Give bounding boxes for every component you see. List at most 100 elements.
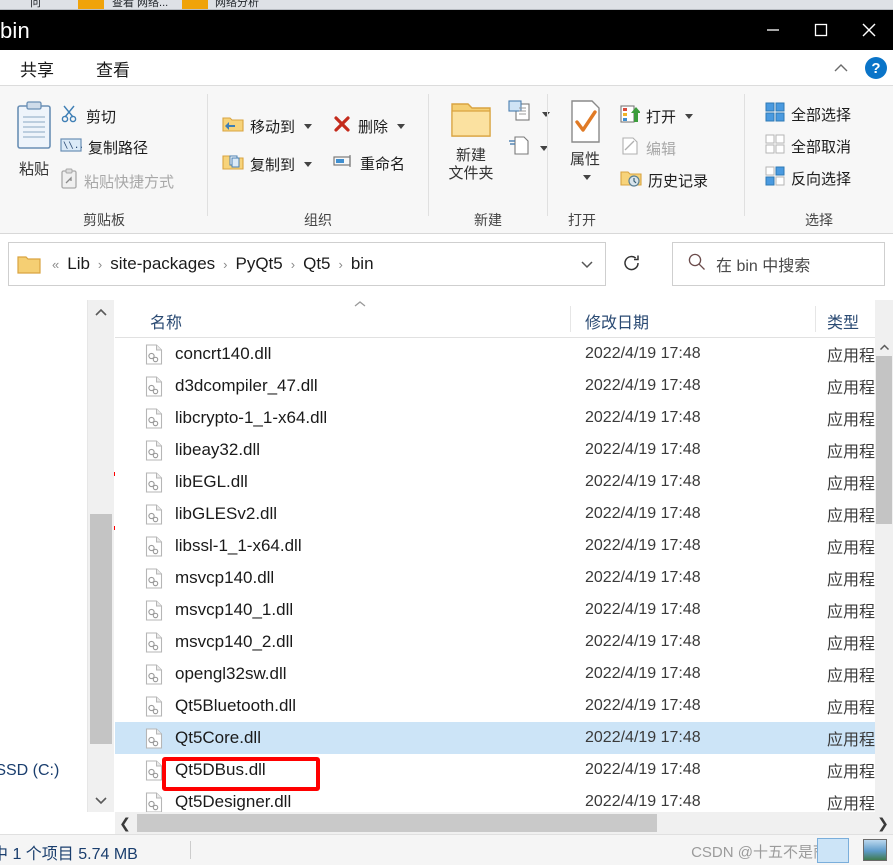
file-name[interactable]: Qt5DBus.dll <box>175 760 266 780</box>
new-item-button[interactable] <box>507 100 550 128</box>
address-bar[interactable]: « Lib › site-packages › PyQt5 › Qt5 › bi… <box>8 242 606 286</box>
horizontal-scrollbar-thumb[interactable] <box>137 814 657 832</box>
navigation-pane[interactable]: -SSD (C:) <box>0 300 88 812</box>
browser-tab-0[interactable]: 问 <box>30 0 41 9</box>
chevron-down-icon[interactable] <box>579 257 595 276</box>
maximize-icon[interactable] <box>797 10 845 50</box>
rename-button[interactable]: 重命名 <box>332 152 405 174</box>
chevron-up-icon[interactable] <box>88 300 114 324</box>
breadcrumb-item-lib[interactable]: Lib <box>62 252 95 276</box>
dll-file-icon <box>145 760 163 786</box>
file-name[interactable]: libGLESv2.dll <box>175 504 277 524</box>
browser-tab-2[interactable]: 网络分析 <box>215 0 259 9</box>
paste-button[interactable]: 粘贴 <box>6 100 62 179</box>
breadcrumb-item-pyqt5[interactable]: PyQt5 <box>231 252 288 276</box>
chevron-up-icon[interactable] <box>833 60 849 78</box>
copy-path-button[interactable]: \\.. 复制路径 <box>60 136 148 158</box>
column-divider[interactable] <box>815 306 816 332</box>
chevron-down-icon[interactable] <box>88 788 114 812</box>
file-name[interactable]: libcrypto-1_1-x64.dll <box>175 408 327 428</box>
easy-access-button[interactable] <box>507 134 548 162</box>
file-name[interactable]: Qt5Core.dll <box>175 728 261 748</box>
properties-button[interactable]: 属性 <box>554 98 616 185</box>
chevron-right-icon[interactable]: ❯ <box>873 812 893 834</box>
cut-button[interactable]: 剪切 <box>60 104 116 128</box>
file-list-scrollbar-thumb[interactable] <box>876 356 892 524</box>
browser-tab-strip[interactable]: 问 查看 网络... 网络分析 <box>0 0 893 10</box>
chevron-left-icon[interactable]: ❮ <box>115 812 135 834</box>
table-row[interactable]: libEGL.dll 2022/4/19 17:48 应用程 <box>115 466 893 498</box>
table-row[interactable]: libGLESv2.dll 2022/4/19 17:48 应用程 <box>115 498 893 530</box>
table-row[interactable]: msvcp140_1.dll 2022/4/19 17:48 应用程 <box>115 594 893 626</box>
nav-scrollbar[interactable] <box>88 300 114 812</box>
file-name[interactable]: concrt140.dll <box>175 344 271 364</box>
refresh-icon[interactable] <box>612 242 652 286</box>
column-header-type[interactable]: 类型 <box>827 309 859 333</box>
file-name[interactable]: Qt5Designer.dll <box>175 792 291 812</box>
help-button[interactable]: ? <box>865 57 887 79</box>
table-row[interactable]: Qt5Core.dll 2022/4/19 17:48 应用程 <box>115 722 893 754</box>
table-row[interactable]: concrt140.dll 2022/4/19 17:48 应用程 <box>115 338 893 370</box>
chevron-down-icon[interactable] <box>397 123 406 129</box>
delete-button[interactable]: 删除 <box>332 114 406 138</box>
table-row[interactable]: Qt5Designer.dll 2022/4/19 17:48 应用程 <box>115 786 893 812</box>
chevron-up-icon[interactable] <box>875 338 893 356</box>
file-date: 2022/4/19 17:48 <box>585 441 701 458</box>
new-folder-button[interactable]: 新建 文件夹 <box>435 98 507 183</box>
open-button[interactable]: 打开 <box>620 104 694 128</box>
file-date: 2022/4/19 17:48 <box>585 505 701 522</box>
nav-scrollbar-thumb[interactable] <box>90 514 112 744</box>
horizontal-scrollbar[interactable]: ❮ ❯ <box>115 812 893 834</box>
copy-to-button[interactable]: 复制到 <box>222 152 313 176</box>
file-name[interactable]: libEGL.dll <box>175 472 248 492</box>
table-row[interactable]: Qt5Bluetooth.dll 2022/4/19 17:48 应用程 <box>115 690 893 722</box>
chevron-down-icon[interactable] <box>685 113 694 119</box>
close-icon[interactable] <box>845 10 893 50</box>
file-name[interactable]: d3dcompiler_47.dll <box>175 376 318 396</box>
table-row[interactable]: libcrypto-1_1-x64.dll 2022/4/19 17:48 应用程 <box>115 402 893 434</box>
file-name[interactable]: libssl-1_1-x64.dll <box>175 536 302 556</box>
breadcrumb-item-site-packages[interactable]: site-packages <box>105 252 220 276</box>
browser-tab-1[interactable]: 查看 网络... <box>112 0 168 9</box>
breadcrumb-item-qt5[interactable]: Qt5 <box>298 252 335 276</box>
table-row[interactable]: libssl-1_1-x64.dll 2022/4/19 17:48 应用程 <box>115 530 893 562</box>
table-row[interactable]: Qt5DBus.dll 2022/4/19 17:48 应用程 <box>115 754 893 786</box>
column-header-name[interactable]: 名称 <box>150 309 182 333</box>
file-name[interactable]: msvcp140_2.dll <box>175 632 293 652</box>
move-to-button[interactable]: 移动到 <box>222 114 313 138</box>
select-all-button[interactable]: 全部选择 <box>765 102 851 126</box>
search-box[interactable]: 在 bin 中搜索 <box>672 242 885 286</box>
file-name[interactable]: msvcp140_1.dll <box>175 600 293 620</box>
table-row[interactable]: msvcp140_2.dll 2022/4/19 17:48 应用程 <box>115 626 893 658</box>
table-row[interactable]: msvcp140.dll 2022/4/19 17:48 应用程 <box>115 562 893 594</box>
tab-share[interactable]: 共享 <box>20 56 54 81</box>
table-row[interactable]: d3dcompiler_47.dll 2022/4/19 17:48 应用程 <box>115 370 893 402</box>
file-name[interactable]: msvcp140.dll <box>175 568 274 588</box>
invert-selection-button[interactable]: 反向选择 <box>765 166 851 190</box>
file-name[interactable]: opengl32sw.dll <box>175 664 287 684</box>
search-input[interactable]: 在 bin 中搜索 <box>716 252 810 276</box>
breadcrumb-item-bin[interactable]: bin <box>346 252 379 276</box>
minimize-icon[interactable] <box>749 10 797 50</box>
table-row[interactable]: libeay32.dll 2022/4/19 17:48 应用程 <box>115 434 893 466</box>
tab-view[interactable]: 查看 <box>96 56 130 81</box>
table-row[interactable]: opengl32sw.dll 2022/4/19 17:48 应用程 <box>115 658 893 690</box>
column-divider[interactable] <box>570 306 571 332</box>
chevron-down-icon[interactable] <box>304 161 313 167</box>
file-name[interactable]: Qt5Bluetooth.dll <box>175 696 296 716</box>
new-folder-label-2: 文件夹 <box>448 165 494 182</box>
nav-item-c-drive[interactable]: -SSD (C:) <box>0 762 59 780</box>
history-button[interactable]: 历史记录 <box>620 168 708 192</box>
chevron-down-icon[interactable] <box>582 175 591 180</box>
select-none-button[interactable]: 全部取消 <box>765 134 851 158</box>
chevron-down-icon[interactable] <box>304 123 313 129</box>
file-date: 2022/4/19 17:48 <box>585 665 701 682</box>
breadcrumb-overflow[interactable]: « <box>51 257 60 272</box>
ribbon-group-open: 属性 打开 编辑 历史记录 打开 <box>548 86 744 234</box>
edit-button[interactable]: 编辑 <box>620 136 676 160</box>
file-name[interactable]: libeay32.dll <box>175 440 260 460</box>
file-list-scrollbar[interactable] <box>875 300 893 812</box>
file-type: 应用程 <box>827 348 876 365</box>
column-header-date[interactable]: 修改日期 <box>585 309 649 333</box>
paste-shortcut-button[interactable]: 粘贴快捷方式 <box>60 168 174 194</box>
